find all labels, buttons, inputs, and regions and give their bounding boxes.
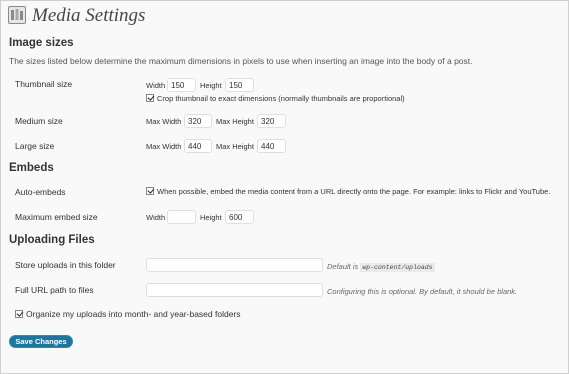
default-upload-path: wp-content/uploads <box>360 263 435 272</box>
auto-embeds-label: Auto-embeds <box>15 187 66 197</box>
image-sizes-heading: Image sizes <box>9 37 74 49</box>
uploading-files-heading: Uploading Files <box>9 234 95 246</box>
crop-thumbnail-checkbox[interactable] <box>146 94 154 102</box>
store-uploads-label: Store uploads in this folder <box>15 260 116 270</box>
embed-width-label: Width <box>146 213 166 222</box>
large-max-height-input[interactable] <box>257 139 286 153</box>
full-url-path-note: Configuring this is optional. By default… <box>327 287 518 296</box>
store-uploads-input[interactable] <box>146 258 323 272</box>
thumbnail-width-input[interactable] <box>167 78 196 92</box>
large-max-height-label: Max Height <box>216 142 254 151</box>
save-changes-button[interactable]: Save Changes <box>9 335 73 348</box>
crop-thumbnail-label: Crop thumbnail to exact dimensions (norm… <box>157 94 405 103</box>
organize-uploads-label: Organize my uploads into month- and year… <box>26 309 241 319</box>
embed-height-input[interactable] <box>225 210 254 224</box>
thumbnail-height-label: Height <box>200 81 222 90</box>
large-size-label: Large size <box>15 141 55 151</box>
auto-embeds-checkbox[interactable] <box>146 187 154 195</box>
auto-embeds-text: When possible, embed the media content f… <box>157 187 551 196</box>
image-sizes-description: The sizes listed below determine the max… <box>9 56 473 66</box>
thumbnail-width-label: Width <box>146 81 166 90</box>
full-url-path-label: Full URL path to files <box>15 285 94 295</box>
medium-size-label: Medium size <box>15 116 63 126</box>
page-title: Media Settings <box>32 5 146 26</box>
medium-max-height-label: Max Height <box>216 117 254 126</box>
medium-max-width-label: Max Width <box>146 117 182 126</box>
thumbnail-height-input[interactable] <box>225 78 254 92</box>
store-uploads-note-prefix: Default is <box>327 262 359 271</box>
full-url-path-input[interactable] <box>146 283 323 297</box>
store-uploads-note: Default is wp-content/uploads <box>327 262 435 272</box>
large-max-width-input[interactable] <box>184 139 212 153</box>
settings-page: Media Settings Image sizes The sizes lis… <box>0 0 569 374</box>
max-embed-size-label: Maximum embed size <box>15 212 98 222</box>
large-max-width-label: Max Width <box>146 142 182 151</box>
embed-width-input[interactable] <box>167 210 196 224</box>
organize-uploads-checkbox[interactable] <box>15 310 23 318</box>
medium-max-width-input[interactable] <box>184 114 212 128</box>
embeds-heading: Embeds <box>9 162 54 174</box>
media-settings-icon <box>8 6 26 24</box>
thumbnail-size-label: Thumbnail size <box>15 79 73 89</box>
embed-height-label: Height <box>200 213 222 222</box>
medium-max-height-input[interactable] <box>257 114 286 128</box>
